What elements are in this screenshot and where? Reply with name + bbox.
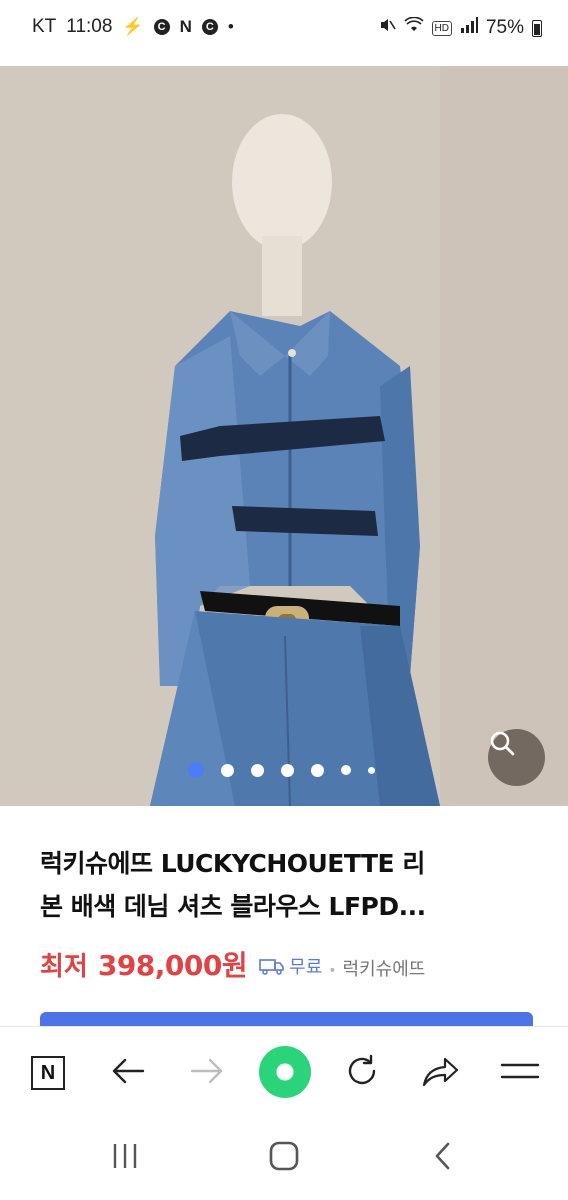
battery-label: 75% bbox=[485, 17, 524, 38]
c-badge-icon: C bbox=[153, 19, 170, 35]
forward-arrow-icon bbox=[189, 1056, 225, 1090]
product-title-line2: 본 배색 데님 셔츠 블라우스 LFPD... bbox=[40, 892, 426, 921]
recents-icon bbox=[110, 1142, 140, 1174]
price-label: 최저 bbox=[40, 952, 88, 982]
browser-toolbar: N bbox=[0, 1026, 568, 1119]
green-home-button[interactable] bbox=[258, 1045, 312, 1099]
green-home-icon bbox=[259, 1046, 311, 1098]
signal-icon bbox=[460, 17, 478, 39]
shipping-label: 무료 bbox=[289, 957, 323, 978]
naver-n-label: N bbox=[40, 1061, 56, 1084]
shipping-info: 무료 bbox=[259, 953, 322, 979]
price-row: 최저 398,000원 무료 • 럭키슈에뜨 bbox=[40, 944, 425, 984]
mute-icon bbox=[378, 16, 396, 40]
forward-button[interactable] bbox=[183, 1049, 231, 1097]
share-button[interactable] bbox=[417, 1049, 465, 1097]
truck-icon bbox=[259, 957, 285, 975]
reload-button[interactable] bbox=[338, 1049, 386, 1097]
product-photo bbox=[0, 66, 568, 806]
carousel-dot[interactable] bbox=[368, 766, 375, 774]
back-icon bbox=[431, 1141, 455, 1175]
clock: 11:08 bbox=[66, 16, 113, 37]
image-search-button[interactable] bbox=[488, 729, 545, 786]
carrier-label: KT bbox=[32, 16, 57, 37]
menu-icon bbox=[500, 1059, 540, 1087]
dot-icon: • bbox=[227, 17, 234, 36]
naver-home-button[interactable]: N bbox=[24, 1049, 72, 1097]
system-back-button[interactable] bbox=[418, 1136, 468, 1180]
carousel-indicator bbox=[188, 762, 375, 778]
hd-icon: HD bbox=[431, 20, 452, 36]
wifi-icon bbox=[403, 16, 424, 39]
carousel-dot[interactable] bbox=[311, 763, 324, 777]
home-icon bbox=[268, 1140, 300, 1176]
price-value: 398,000원 bbox=[97, 949, 248, 982]
home-button[interactable] bbox=[259, 1136, 309, 1180]
share-icon bbox=[421, 1055, 461, 1091]
menu-button[interactable] bbox=[496, 1049, 544, 1097]
back-button[interactable] bbox=[104, 1049, 152, 1097]
c-badge-icon: C bbox=[201, 19, 218, 35]
product-image[interactable] bbox=[0, 66, 568, 806]
separator-dot: • bbox=[328, 963, 337, 979]
product-title-line1: 럭키슈에뜨 LUCKYCHOUETTE 리 bbox=[40, 849, 425, 878]
system-nav-bar bbox=[0, 1118, 568, 1200]
carousel-dot[interactable] bbox=[281, 763, 294, 777]
back-arrow-icon bbox=[110, 1056, 146, 1090]
battery-icon bbox=[532, 19, 542, 37]
flash-icon: ⚡ bbox=[122, 17, 144, 36]
carousel-dot-active[interactable] bbox=[188, 762, 204, 778]
reload-icon bbox=[343, 1052, 381, 1094]
recents-button[interactable] bbox=[100, 1136, 150, 1180]
product-title[interactable]: 럭키슈에뜨 LUCKYCHOUETTE 리 본 배색 데님 셔츠 블라우스 LF… bbox=[40, 842, 540, 928]
carousel-dot[interactable] bbox=[221, 763, 234, 777]
n-icon: N bbox=[179, 17, 192, 36]
carousel-dot[interactable] bbox=[341, 765, 351, 775]
carousel-dot[interactable] bbox=[251, 763, 264, 777]
naver-home-icon: N bbox=[31, 1056, 65, 1090]
status-bar: KT 11:08 ⚡ C N C • HD 75% bbox=[0, 0, 568, 56]
seller-link[interactable]: 럭키슈에뜨 bbox=[343, 955, 426, 981]
